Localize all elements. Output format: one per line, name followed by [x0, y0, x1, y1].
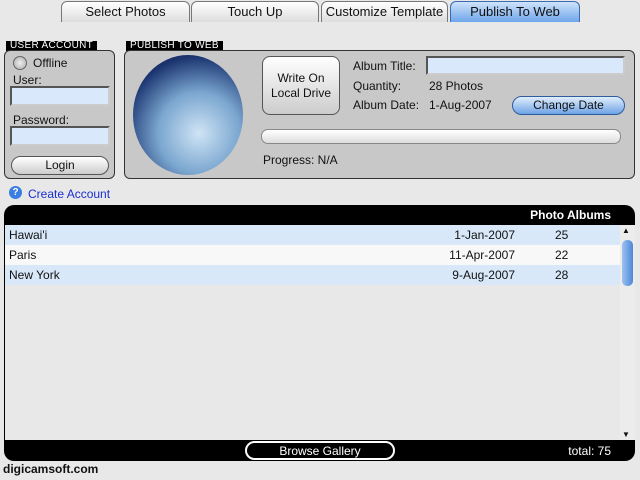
- tab-customize-template[interactable]: Customize Template: [321, 1, 448, 22]
- browse-gallery-button[interactable]: Browse Gallery: [245, 441, 395, 460]
- album-count: 28: [555, 268, 569, 282]
- user-label: User:: [13, 73, 42, 87]
- create-account-link[interactable]: Create Account: [28, 187, 110, 201]
- help-icon: ?: [9, 186, 22, 199]
- album-count: 25: [555, 228, 569, 242]
- total-count: total: 75: [568, 444, 611, 458]
- password-input[interactable]: [10, 126, 110, 146]
- table-row[interactable]: Hawai'i 1-Jan-2007 25: [5, 225, 620, 245]
- album-name: Paris: [9, 248, 37, 262]
- album-name: Hawai'i: [9, 228, 48, 242]
- album-date: 1-Jan-2007: [454, 228, 515, 242]
- album-date: 9-Aug-2007: [452, 268, 515, 282]
- table-row[interactable]: Paris 11-Apr-2007 22: [5, 245, 620, 265]
- album-name: New York: [9, 268, 60, 282]
- quantity-label: Quantity:: [353, 79, 402, 93]
- publish-panel: Write On Local Drive Album Title: Quanti…: [124, 50, 635, 179]
- album-title-label: Album Title:: [353, 59, 416, 73]
- status-text: Offline: [33, 56, 68, 70]
- scrollbar-thumb[interactable]: [622, 240, 633, 286]
- password-label: Password:: [13, 113, 70, 127]
- user-account-panel: Offline User: Password: Login: [4, 50, 115, 179]
- scroll-up-icon[interactable]: ▲: [622, 226, 630, 235]
- scrollbar[interactable]: ▲ ▼: [620, 225, 635, 440]
- album-date: 11-Apr-2007: [449, 248, 515, 262]
- progress-bar: [261, 129, 621, 144]
- quantity-value: 28 Photos: [429, 79, 484, 93]
- write-local-drive-button[interactable]: Write On Local Drive: [262, 56, 340, 115]
- table-row[interactable]: New York 9-Aug-2007 28: [5, 265, 620, 285]
- offline-status-radio[interactable]: [13, 56, 27, 70]
- globe-icon: [133, 55, 243, 175]
- footer-brand: digicamsoft.com: [3, 462, 99, 476]
- scroll-down-icon[interactable]: ▼: [622, 430, 630, 439]
- write-button-line2: Local Drive: [270, 86, 332, 100]
- progress-text: Progress: N/A: [263, 153, 338, 167]
- albums-heading: Photo Albums: [530, 208, 611, 222]
- tab-publish-to-web[interactable]: Publish To Web: [450, 1, 580, 22]
- user-input[interactable]: [10, 86, 110, 106]
- album-title-input[interactable]: [426, 56, 625, 75]
- album-count: 22: [555, 248, 569, 262]
- album-date-value: 1-Aug-2007: [429, 98, 492, 112]
- album-date-label: Album Date:: [353, 98, 420, 112]
- login-button[interactable]: Login: [11, 156, 109, 175]
- write-button-line1: Write On: [277, 71, 325, 85]
- tab-select-photos[interactable]: Select Photos: [61, 1, 190, 22]
- tab-touch-up[interactable]: Touch Up: [191, 1, 319, 22]
- change-date-button[interactable]: Change Date: [512, 96, 625, 115]
